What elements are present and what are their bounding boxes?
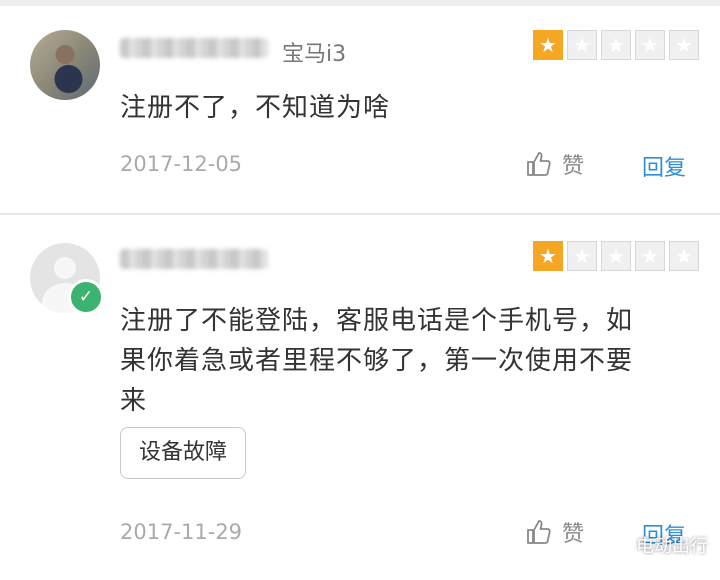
watermark-label: 电动出行 — [636, 536, 708, 557]
star-icon: ★ — [601, 241, 631, 271]
thumbs-up-icon — [527, 152, 551, 176]
review-item: 宝马i3 ★ ★ ★ ★ ★ 注册不了，不知道为啥 2017-12-05 赞 回… — [0, 0, 720, 214]
review-text: 注册了不能登陆，客服电话是个手机号，如 果你着急或者里程不够了，第一次使用不要 … — [120, 301, 633, 421]
watermark: 电动出行 — [606, 532, 708, 558]
review-text: 注册不了，不知道为啥 — [120, 93, 391, 123]
like-label: 赞 — [562, 522, 585, 547]
star-icon: ★ — [533, 30, 563, 60]
review-text-line: 果你着急或者里程不够了，第一次使用不要 — [120, 346, 634, 376]
username-blurred[interactable] — [120, 38, 268, 58]
star-icon: ★ — [533, 241, 563, 271]
wechat-icon — [606, 535, 630, 553]
star-icon: ★ — [601, 30, 631, 60]
like-button[interactable]: 赞 — [526, 516, 584, 548]
star-icon: ★ — [567, 30, 597, 60]
verified-check-icon: ✓ — [68, 279, 104, 315]
review-text-line: 来 — [120, 386, 148, 416]
star-rating: ★ ★ ★ ★ ★ — [533, 30, 699, 60]
avatar[interactable] — [30, 30, 100, 100]
like-button[interactable]: 赞 — [526, 148, 584, 180]
review-date: 2017-11-29 — [120, 520, 243, 544]
star-icon: ★ — [635, 30, 665, 60]
review-item: ✓ ★ ★ ★ ★ ★ 注册了不能登陆，客服电话是个手机号，如 果你着急或者里程… — [0, 215, 720, 580]
like-label: 赞 — [562, 154, 585, 179]
star-icon: ★ — [669, 30, 699, 60]
review-text-line: 注册了不能登陆，客服电话是个手机号，如 — [120, 306, 634, 336]
star-rating: ★ ★ ★ ★ ★ — [533, 241, 699, 271]
default-avatar-head — [54, 257, 76, 279]
issue-tag[interactable]: 设备故障 — [120, 427, 247, 479]
username-blurred[interactable] — [120, 249, 268, 269]
star-icon: ★ — [635, 241, 665, 271]
review-date: 2017-12-05 — [120, 152, 243, 176]
star-icon: ★ — [669, 241, 699, 271]
reply-button[interactable]: 回复 — [642, 150, 686, 182]
car-model-label: 宝马i3 — [282, 42, 347, 67]
star-icon: ★ — [567, 241, 597, 271]
thumbs-up-icon — [527, 520, 551, 544]
